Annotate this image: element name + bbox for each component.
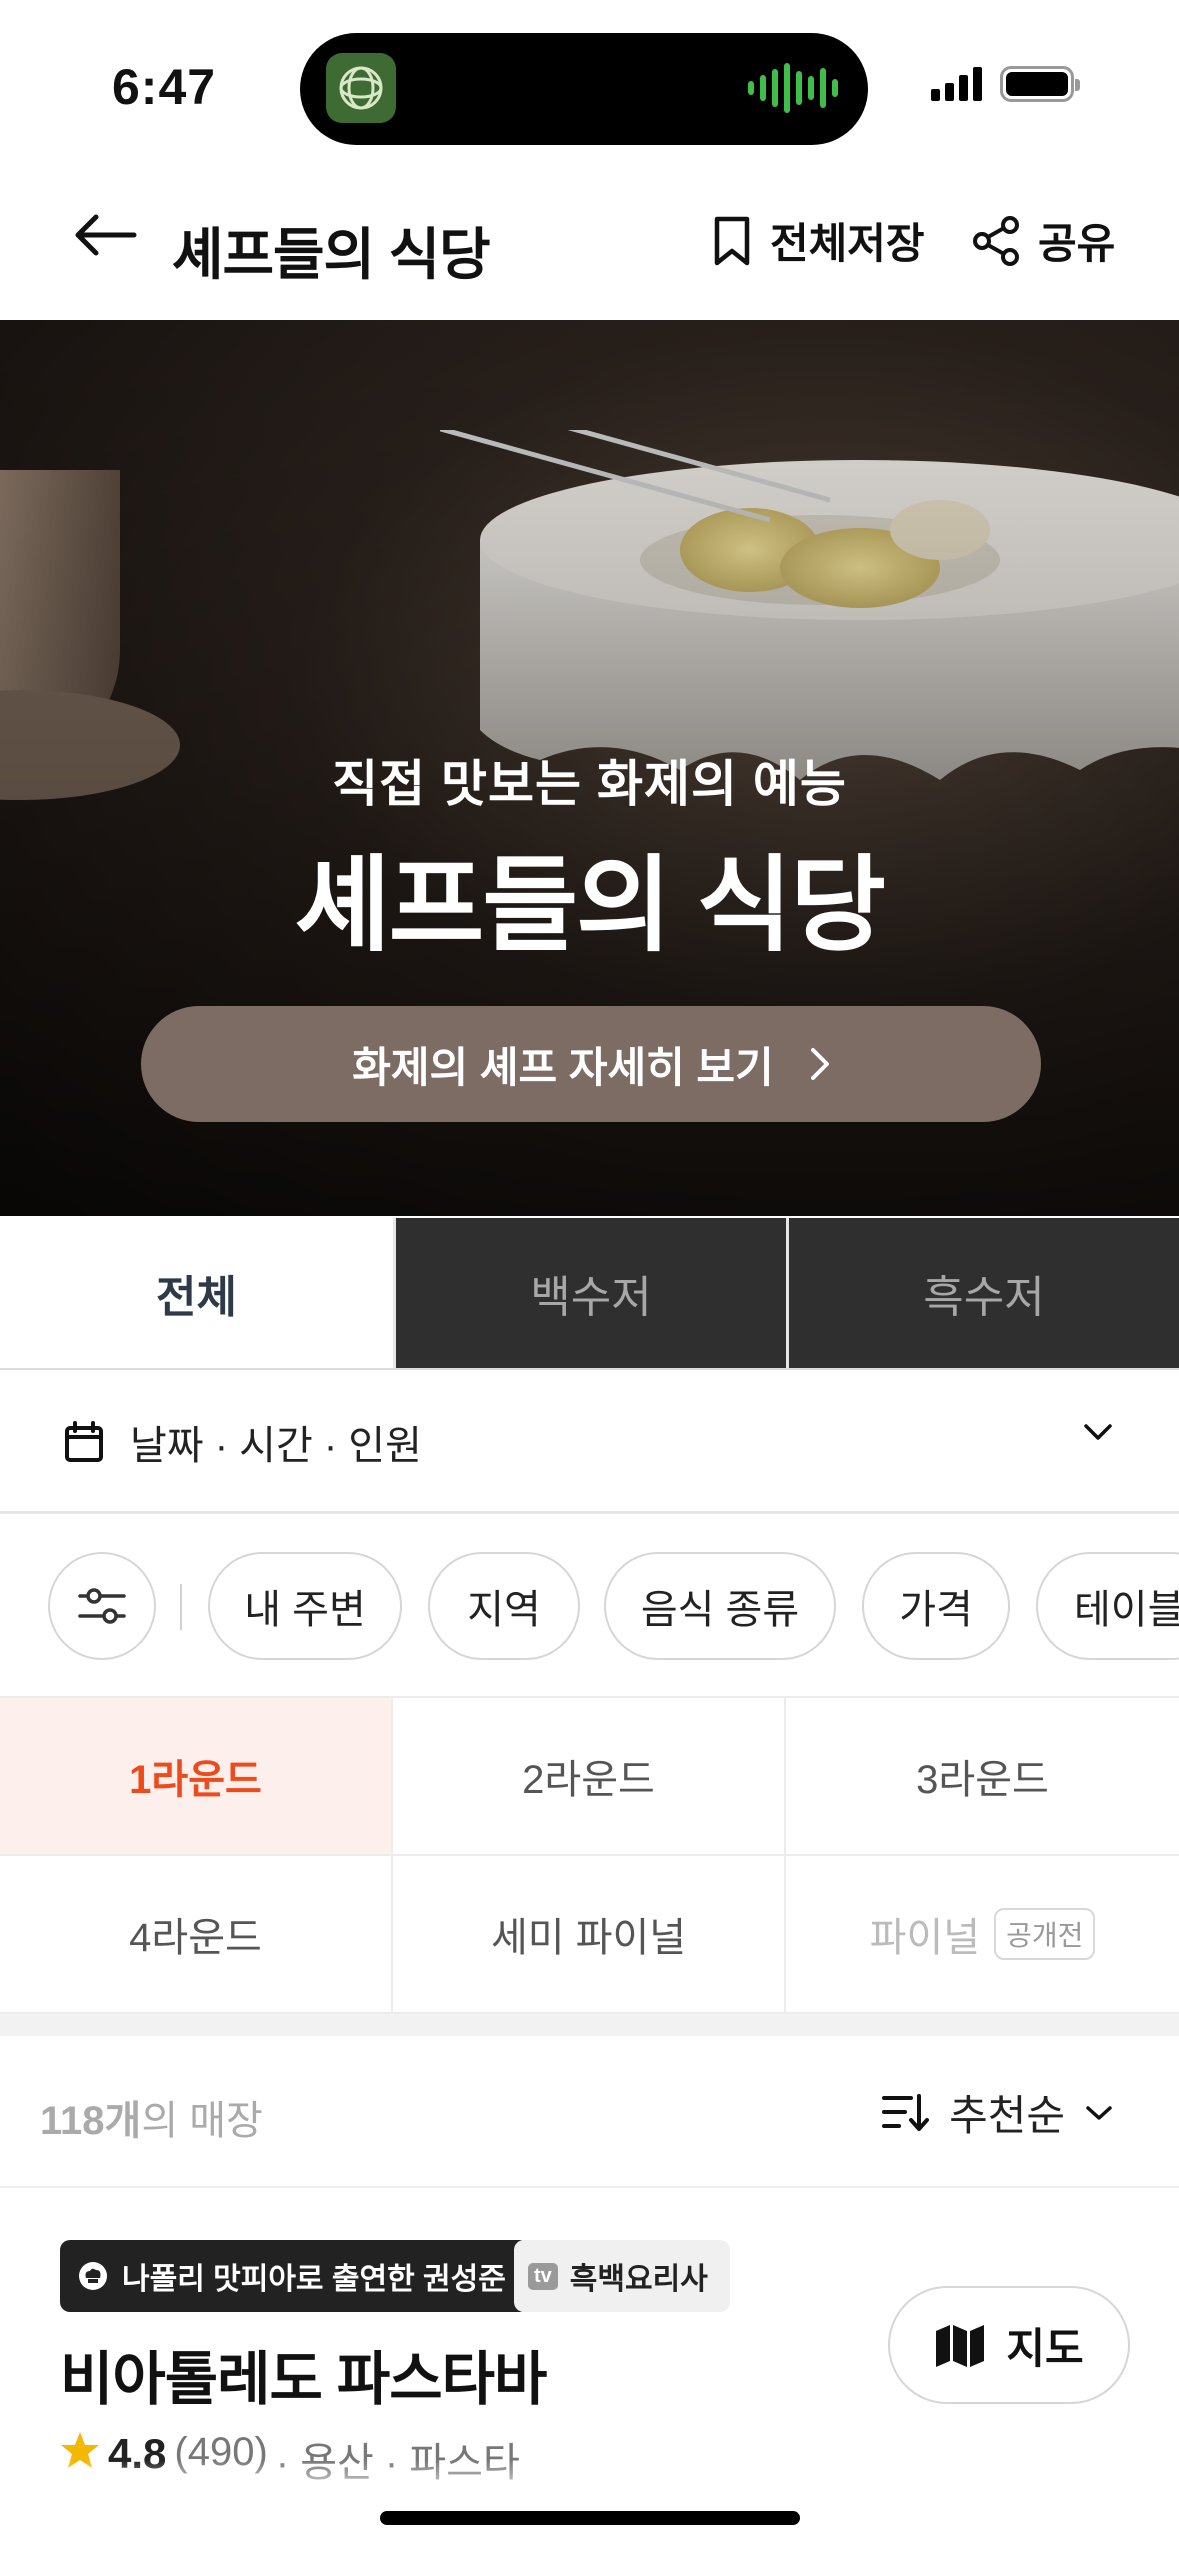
date-time-party-label: 날짜 · 시간 · 인원 <box>130 1423 422 1468</box>
show-tag: tv 흑백요리사 <box>514 2240 730 2312</box>
save-all-label: 전체저장 <box>770 220 925 267</box>
share-label: 공유 <box>1038 220 1116 267</box>
chip-nearby[interactable]: 내 주변 <box>208 1552 402 1660</box>
chevron-down-icon <box>1086 2105 1112 2120</box>
sliders-icon <box>78 1588 126 1624</box>
chevron-right-icon <box>810 1048 829 1080</box>
sort-icon <box>882 2093 930 2131</box>
share-button[interactable]: 공유 <box>970 210 1115 271</box>
round-final: 파이널 공개전 <box>786 1856 1179 2014</box>
bookmark-icon <box>714 216 750 265</box>
status-time: 6:47 <box>112 59 217 115</box>
chef-hat-icon <box>79 2262 107 2290</box>
status-bar: 6:47 <box>0 0 1179 160</box>
tab-all[interactable]: 전체 <box>0 1218 393 1368</box>
round-4[interactable]: 4라운드 <box>0 1856 393 2014</box>
store-name[interactable]: 비아톨레도 파스타바 <box>60 2332 547 2416</box>
hero-banner: 직접 맛보는 화제의 예능 셰프들의 식당 화제의 셰프 자세히 보기 <box>0 320 1179 1216</box>
chip-price[interactable]: 가격 <box>862 1552 1010 1660</box>
home-indicator[interactable] <box>380 2511 800 2525</box>
share-icon <box>973 215 1019 266</box>
tab-black-spoon[interactable]: 흑수저 <box>786 1218 1179 1368</box>
sort-dropdown[interactable]: 추천순 <box>881 2082 1113 2143</box>
coming-soon-badge: 공개전 <box>994 1908 1096 1960</box>
result-summary: 118개의 매장 추천순 <box>0 2036 1179 2188</box>
arrow-left-icon <box>75 214 137 256</box>
map-label: 지도 <box>1006 2324 1084 2372</box>
round-final-label: 파이널 <box>869 1916 981 1960</box>
battery-icon <box>1000 66 1080 102</box>
chip-region[interactable]: 지역 <box>428 1552 580 1660</box>
chef-details-label: 화제의 셰프 자세히 보기 <box>352 1043 774 1091</box>
dynamic-island[interactable] <box>300 33 868 145</box>
filter-settings-button[interactable] <box>48 1552 156 1660</box>
store-count: 118개의 매장 <box>40 2099 263 2143</box>
hero-subtitle: 직접 맛보는 화제의 예능 <box>332 756 847 812</box>
show-tag-label: 흑백요리사 <box>569 2263 708 2296</box>
map-button[interactable]: 지도 <box>888 2286 1130 2404</box>
filter-divider <box>180 1584 182 1630</box>
date-time-party-selector[interactable]: 날짜 · 시간 · 인원 <box>0 1372 1179 1514</box>
cellular-signal-icon <box>931 67 982 101</box>
system-icons <box>931 66 1080 102</box>
calendar-icon <box>65 1420 103 1462</box>
chef-tag-label: 나폴리 맛피아로 출연한 권성준 <box>122 2263 506 2296</box>
live-activity-app-icon <box>326 53 396 123</box>
tab-white-spoon[interactable]: 백수저 <box>393 1218 786 1368</box>
chef-details-button[interactable]: 화제의 셰프 자세히 보기 <box>141 1006 1041 1122</box>
sort-label: 추천순 <box>949 2092 1065 2139</box>
page-title: 셰프들의 식당 <box>172 223 491 286</box>
round-3[interactable]: 3라운드 <box>786 1698 1179 1856</box>
store-card[interactable]: 나폴리 맛피아로 출연한 권성준 tv 흑백요리사 비아톨레도 파스타바 지도 … <box>0 2190 1179 2490</box>
round-semi-final[interactable]: 세미 파이널 <box>393 1856 786 2014</box>
chip-cuisine[interactable]: 음식 종류 <box>604 1552 836 1660</box>
save-all-button[interactable]: 전체저장 <box>712 210 925 271</box>
round-2[interactable]: 2라운드 <box>393 1698 786 1856</box>
map-icon <box>936 2325 985 2367</box>
filter-bar: 내 주변 지역 음식 종류 가격 테이블 <box>0 1516 1179 1696</box>
round-1[interactable]: 1라운드 <box>0 1698 393 1856</box>
page-header: 셰프들의 식당 전체저장 공유 <box>0 160 1179 320</box>
hero-title: 셰프들의 식당 <box>295 848 886 964</box>
round-selector: 1라운드 2라운드 3라운드 4라운드 세미 파이널 파이널 공개전 <box>0 1696 1179 2014</box>
back-button[interactable] <box>70 200 150 270</box>
chevron-down-icon <box>1084 1424 1112 1440</box>
tv-icon: tv <box>528 2262 558 2290</box>
chip-table[interactable]: 테이블 <box>1036 1552 1179 1660</box>
chef-tag: 나폴리 맛피아로 출연한 권성준 <box>60 2240 530 2312</box>
audio-wave-icon <box>748 63 838 113</box>
category-tabs: 전체 백수저 흑수저 <box>0 1218 1179 1370</box>
